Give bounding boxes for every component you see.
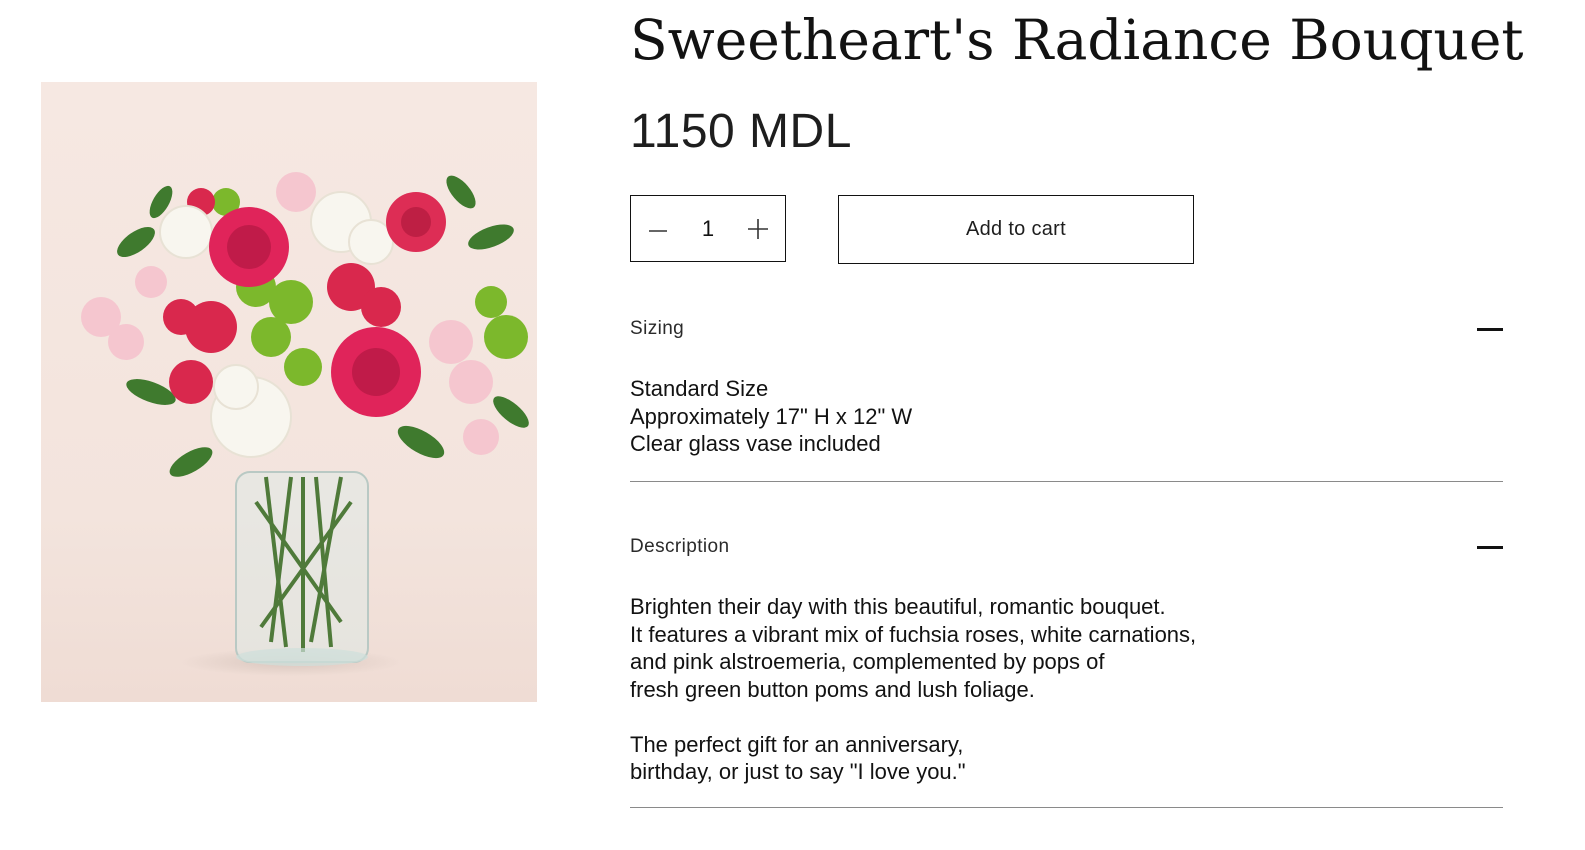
description-line: fresh green button poms and lush foliage… bbox=[630, 676, 1035, 702]
minus-icon bbox=[1477, 327, 1503, 331]
increase-quantity-button[interactable] bbox=[731, 196, 785, 261]
divider bbox=[630, 807, 1503, 808]
description-line: birthday, or just to say "I love you." bbox=[630, 759, 966, 784]
sizing-line: Clear glass vase included bbox=[630, 431, 881, 456]
product-title: Sweetheart's Radiance Bouquet bbox=[630, 8, 1524, 72]
description-line: and pink alstroemeria, complemented by p… bbox=[630, 649, 1105, 674]
sizing-content: Standard Size Approximately 17" H x 12" … bbox=[630, 375, 912, 458]
minus-icon bbox=[649, 229, 667, 232]
quantity-stepper bbox=[630, 195, 786, 262]
sizing-title: Sizing bbox=[630, 318, 685, 339]
plus-icon bbox=[748, 218, 768, 239]
add-to-cart-button[interactable]: Add to cart bbox=[838, 195, 1194, 264]
description-line: It features a vibrant mix of fuchsia ros… bbox=[630, 621, 1197, 647]
description-line bbox=[630, 703, 1196, 731]
sizing-line: Approximately 17" H x 12" W bbox=[630, 403, 913, 429]
decrease-quantity-button[interactable] bbox=[631, 196, 685, 261]
quantity-input[interactable] bbox=[686, 214, 730, 243]
sizing-accordion-header[interactable]: Sizing bbox=[630, 314, 1503, 344]
minus-icon bbox=[1477, 545, 1503, 549]
sizing-line: Standard Size bbox=[630, 376, 769, 401]
divider bbox=[630, 481, 1503, 482]
description-accordion-header[interactable]: Description bbox=[630, 532, 1503, 562]
bouquet-illustration bbox=[81, 172, 529, 676]
product-price: 1150 MDL bbox=[630, 105, 852, 158]
description-title: Description bbox=[630, 536, 730, 557]
description-content: Brighten their day with this beautiful, … bbox=[630, 593, 1196, 786]
description-line: The perfect gift for an anniversary, bbox=[630, 731, 964, 757]
description-line: Brighten their day with this beautiful, … bbox=[630, 594, 1166, 619]
product-image[interactable] bbox=[41, 82, 537, 702]
